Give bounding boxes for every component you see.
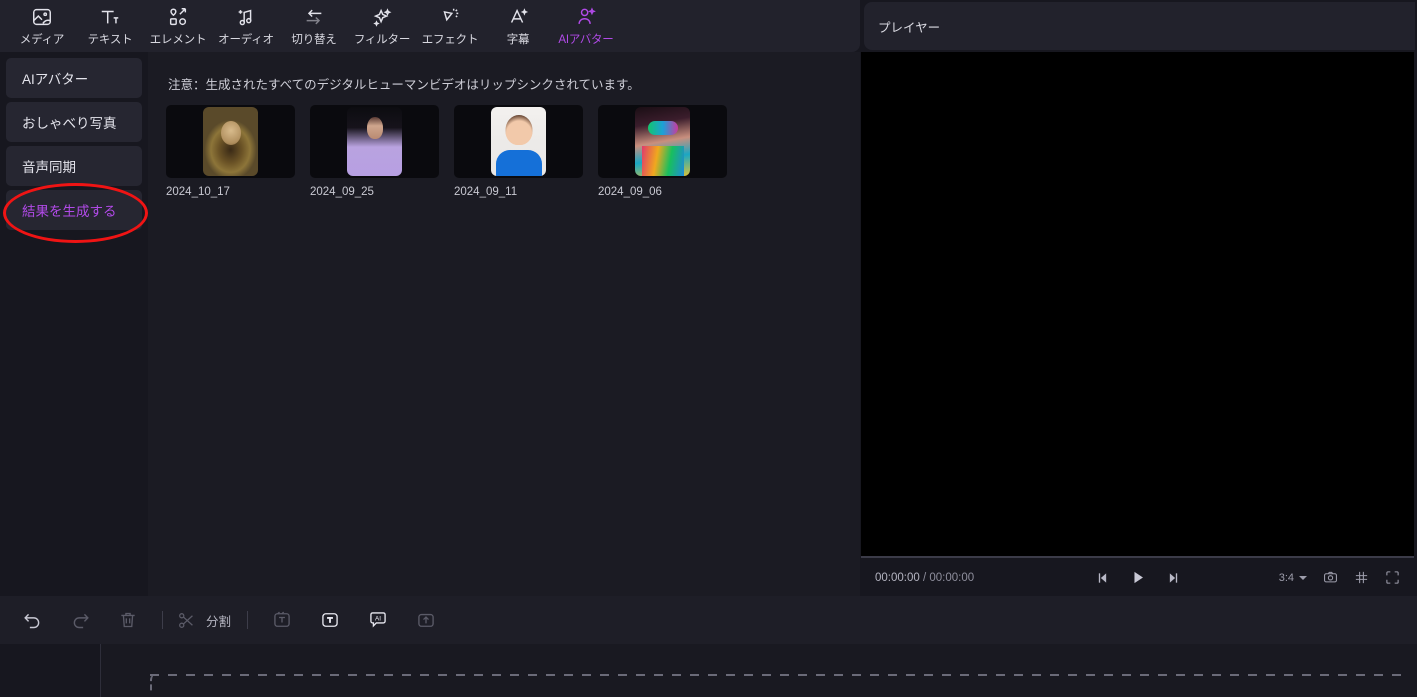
result-card-caption: 2024_09_06 (598, 186, 662, 198)
transition-icon (303, 6, 325, 28)
result-thumbnail[interactable] (454, 105, 583, 178)
thumbnail-image (347, 107, 402, 176)
chevron-down-icon (1299, 575, 1307, 580)
thumbnail-image (203, 107, 258, 176)
thumbnail-image (491, 107, 546, 176)
player-progress-bar[interactable] (861, 556, 1414, 558)
scissors-icon (173, 596, 199, 644)
total-time: 00:00:00 (929, 571, 975, 584)
result-card[interactable]: 2024_09_11 (454, 105, 583, 198)
next-frame-button[interactable] (1164, 570, 1180, 586)
media-icon (31, 6, 53, 28)
player-right-controls: 3:4 (1279, 570, 1400, 585)
prev-frame-button[interactable] (1095, 570, 1111, 586)
result-card-caption: 2024_09_25 (310, 186, 374, 198)
toolbar-tab-filter[interactable]: フィルター (348, 1, 416, 51)
thumbnail-image (635, 107, 690, 176)
result-card[interactable]: 2024_09_06 (598, 105, 727, 198)
timeline-dropzone[interactable] (150, 674, 1405, 676)
player-timecode: 00:00:00 / 00:00:00 (875, 572, 974, 584)
result-card-caption: 2024_10_17 (166, 186, 230, 198)
toolbar-tab-label: フィルター (353, 33, 411, 46)
delete-button[interactable] (104, 596, 152, 644)
toolbar-tab-label: エレメント (149, 33, 207, 46)
player-title: プレイヤー (878, 20, 941, 35)
player-header: プレイヤー (864, 2, 1415, 50)
toolbar-tab-label: テキスト (87, 33, 133, 46)
editor-toolbar: 分割 AI (0, 596, 1417, 644)
split-label: 分割 (206, 614, 232, 629)
audio-icon (235, 6, 257, 28)
toolbar-divider (247, 611, 249, 629)
toolbar-tab-subtitle[interactable]: 字幕 (484, 1, 552, 51)
result-thumbnail[interactable] (166, 105, 295, 178)
fullscreen-icon[interactable] (1385, 570, 1400, 585)
sidebar-item-label: おしゃべり写真 (22, 116, 117, 131)
toolbar-tab-ai-avatar[interactable]: AIアバター (552, 1, 620, 51)
sidebar-item-generate-result[interactable]: 結果を生成する (6, 190, 142, 230)
filter-icon (371, 6, 393, 28)
timeline-panel[interactable] (0, 644, 1417, 697)
player-canvas[interactable] (861, 52, 1414, 557)
player-controls: 00:00:00 / 00:00:00 3:4 (861, 559, 1414, 596)
toolbar-tab-label: オーディオ (218, 33, 274, 46)
aspect-ratio-value: 3:4 (1278, 571, 1294, 584)
sidebar-item-label: 音声同期 (22, 160, 76, 175)
svg-text:AI: AI (375, 615, 381, 622)
toolbar-divider (162, 611, 163, 629)
toolbar-tab-media[interactable]: メディア (8, 1, 76, 51)
result-card[interactable]: 2024_10_17 (166, 105, 295, 198)
sidebar-item-label: AIアバター (22, 72, 89, 87)
grid-icon[interactable] (1354, 570, 1369, 585)
main-toolbar: メディア テキスト エレメント オーディオ 切り替え フィルター エフェクト 字… (0, 0, 860, 52)
text-icon (99, 6, 121, 28)
result-card[interactable]: 2024_09_25 (310, 105, 439, 198)
toolbar-tab-element[interactable]: エレメント (144, 1, 212, 51)
result-card-caption: 2024_09_11 (454, 186, 518, 198)
toolbar-tab-label: 切り替え (291, 33, 337, 46)
toolbar-tab-label: AIアバター (558, 33, 614, 46)
split-button[interactable]: 分割 (173, 596, 237, 644)
toolbar-tab-transition[interactable]: 切り替え (280, 1, 348, 51)
timeline-divider (100, 644, 101, 697)
timeline-dropzone-corner (150, 674, 162, 692)
result-card-grid: 2024_10_17 2024_09_25 2024_09_11 2024_09… (166, 105, 727, 198)
ai-avatar-icon (575, 6, 597, 28)
ai-avatar-sidebar: AIアバター おしゃべり写真 音声同期 結果を生成する (0, 52, 148, 596)
notice-text: 注意：生成されたすべてのデジタルヒューマンビデオはリップシンクされています。 (168, 78, 640, 92)
result-thumbnail[interactable] (598, 105, 727, 178)
toolbar-tab-label: エフェクト (421, 33, 479, 46)
aspect-ratio-selector[interactable]: 3:4 (1279, 572, 1307, 584)
text-box-button[interactable] (306, 596, 354, 644)
snapshot-icon[interactable] (1323, 570, 1338, 585)
text-template-button[interactable] (258, 596, 306, 644)
toolbar-tab-label: メディア (19, 33, 65, 46)
ai-caption-button[interactable]: AI (354, 596, 402, 644)
sidebar-item-talking-photo[interactable]: おしゃべり写真 (6, 102, 142, 142)
sidebar-item-label: 結果を生成する (22, 204, 117, 219)
undo-button[interactable] (8, 596, 56, 644)
timeline-track-header (0, 644, 100, 697)
element-icon (167, 6, 189, 28)
generated-results-panel: 注意：生成されたすべてのデジタルヒューマンビデオはリップシンクされています。 2… (148, 52, 860, 596)
toolbar-tab-label: 字幕 (506, 33, 530, 46)
transport-controls (1095, 569, 1180, 586)
toolbar-tab-text[interactable]: テキスト (76, 1, 144, 51)
redo-button[interactable] (56, 596, 104, 644)
play-button[interactable] (1129, 569, 1146, 586)
toolbar-tab-effect[interactable]: エフェクト (416, 1, 484, 51)
current-time: 00:00:00 (875, 571, 920, 584)
export-button[interactable] (402, 596, 450, 644)
video-editor-window: メディア テキスト エレメント オーディオ 切り替え フィルター エフェクト 字… (0, 0, 1417, 697)
sidebar-item-voice-sync[interactable]: 音声同期 (6, 146, 142, 186)
toolbar-tab-audio[interactable]: オーディオ (212, 1, 280, 51)
time-separator: / (922, 571, 927, 584)
result-thumbnail[interactable] (310, 105, 439, 178)
subtitle-icon (507, 6, 529, 28)
sidebar-item-ai-avatar[interactable]: AIアバター (6, 58, 142, 98)
effect-icon (439, 6, 461, 28)
